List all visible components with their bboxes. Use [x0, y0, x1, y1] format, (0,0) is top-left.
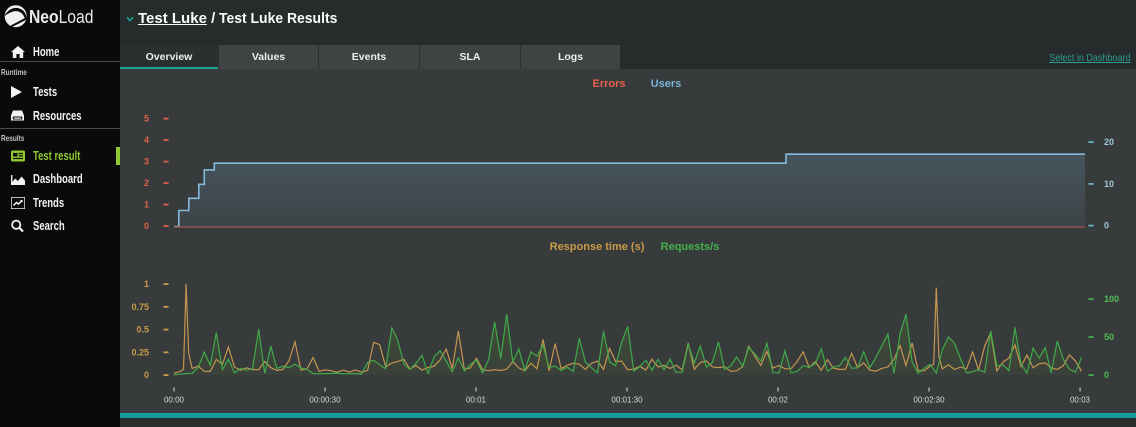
svg-text:0.75: 0.75	[131, 302, 149, 312]
svg-text:50: 50	[1104, 332, 1114, 342]
svg-text:Errors: Errors	[592, 78, 625, 90]
svg-text:10: 10	[1104, 179, 1114, 189]
svg-text:00:02:30: 00:02:30	[913, 396, 945, 405]
svg-text:Requests/s: Requests/s	[661, 241, 720, 253]
svg-text:20: 20	[1104, 137, 1114, 147]
svg-text:00:01: 00:01	[466, 396, 487, 405]
svg-text:0: 0	[1104, 221, 1109, 231]
svg-text:0.25: 0.25	[131, 347, 149, 357]
svg-text:1: 1	[144, 200, 149, 210]
svg-text:00:00:30: 00:00:30	[309, 396, 341, 405]
svg-text:0: 0	[144, 221, 149, 231]
svg-text:00:02: 00:02	[768, 396, 789, 405]
svg-text:0.5: 0.5	[136, 325, 149, 335]
svg-text:5: 5	[144, 114, 149, 124]
svg-text:00:03: 00:03	[1070, 396, 1091, 405]
svg-text:0: 0	[144, 370, 149, 380]
svg-text:00:00: 00:00	[164, 396, 185, 405]
svg-text:100: 100	[1104, 294, 1119, 304]
svg-text:4: 4	[144, 135, 149, 145]
svg-text:00:01:30: 00:01:30	[611, 396, 643, 405]
svg-text:0: 0	[1104, 370, 1109, 380]
svg-text:1: 1	[144, 279, 149, 289]
svg-text:2: 2	[144, 178, 149, 188]
svg-text:Response time (s): Response time (s)	[550, 241, 645, 253]
svg-text:3: 3	[144, 157, 149, 167]
svg-text:Users: Users	[651, 78, 682, 90]
